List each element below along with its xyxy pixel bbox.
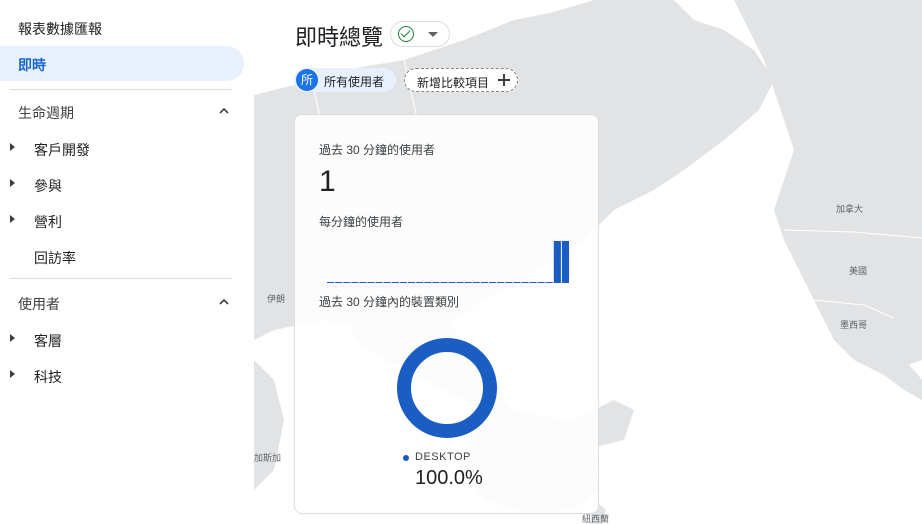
map-label-madagascar: 加斯加 (254, 453, 282, 463)
bar-minute--9[interactable] (497, 282, 505, 283)
map-label-usa: 美國 (849, 266, 868, 276)
bar-minute--15[interactable] (448, 282, 456, 283)
map-label-canada: 加拿大 (836, 204, 864, 214)
users-30min-label: 過去 30 分鐘的使用者 (319, 143, 436, 157)
legend-dot (403, 455, 409, 461)
sidebar-item-label: 參與 (34, 178, 62, 194)
bar-minute--16[interactable] (440, 282, 448, 283)
bar-minute--7[interactable] (513, 282, 521, 283)
device-donut-chart[interactable] (392, 333, 502, 443)
sidebar-item-label: 回訪率 (34, 250, 76, 266)
section-user-label[interactable]: 使用者 (18, 294, 60, 314)
bar-minute--2[interactable] (553, 241, 561, 283)
status-dropdown[interactable] (390, 21, 450, 47)
sidebar-item-label: 科技 (34, 369, 62, 385)
check-circle-icon (398, 26, 414, 42)
sidebar-item-monetization[interactable]: 營利 (0, 208, 254, 232)
sidebar-item-tech[interactable]: 科技 (0, 363, 254, 387)
divider (10, 278, 232, 279)
bar-minute--21[interactable] (399, 282, 407, 283)
bar-minute--27[interactable] (351, 282, 359, 283)
all-users-chip[interactable]: 所 所有使用者 (294, 68, 396, 92)
chip-label: 所有使用者 (324, 75, 385, 89)
sidebar: 報表數據匯報 即時 生命週期 客戶開發 參與 營利 回訪率 使用者 客層 科技 (0, 0, 254, 524)
expand-arrow-icon (10, 334, 15, 342)
chevron-up-icon[interactable] (218, 105, 230, 117)
plus-icon (498, 74, 510, 86)
bar-minute--23[interactable] (383, 282, 391, 283)
device-category-label: 過去 30 分鐘內的裝置類別 (319, 295, 460, 309)
add-comparison-button[interactable]: 新增比較項目 (404, 68, 518, 92)
sidebar-item-acquisition[interactable]: 客戶開發 (0, 136, 254, 160)
bar-minute--5[interactable] (529, 282, 537, 283)
bar-minute--6[interactable] (521, 282, 529, 283)
bar-minute--14[interactable] (456, 282, 464, 283)
bar-minute--1[interactable] (561, 241, 569, 283)
bar-minute--11[interactable] (480, 282, 488, 283)
chevron-up-icon[interactable] (218, 296, 230, 308)
chip-label: 新增比較項目 (417, 76, 490, 90)
bar-minute--18[interactable] (424, 282, 432, 283)
sidebar-item-label: 客層 (34, 333, 62, 349)
device-percent: 100.0% (415, 467, 483, 489)
sidebar-item-retention[interactable]: 回訪率 (0, 244, 254, 268)
sidebar-title: 報表數據匯報 (18, 21, 102, 37)
bar-minute--20[interactable] (408, 282, 416, 283)
realtime-users-card: 過去 30 分鐘的使用者 1 每分鐘的使用者 過去 30 分鐘內的裝置類別 DE… (294, 114, 599, 514)
sidebar-item-label: 客戶開發 (34, 142, 90, 158)
sidebar-item-demographics[interactable]: 客層 (0, 327, 254, 351)
bar-minute--25[interactable] (367, 282, 375, 283)
per-minute-bar-chart[interactable] (327, 237, 569, 283)
bar-minute--10[interactable] (489, 282, 497, 283)
bar-minute--26[interactable] (359, 282, 367, 283)
expand-arrow-icon (10, 179, 15, 187)
map-label-mexico: 墨西哥 (840, 320, 868, 330)
bar-minute--22[interactable] (391, 282, 399, 283)
legend-label: DESKTOP (415, 451, 471, 463)
section-lifecycle-label[interactable]: 生命週期 (18, 103, 74, 123)
bar-minute--28[interactable] (343, 282, 351, 283)
donut-slice-desktop[interactable] (397, 338, 497, 438)
sidebar-item-realtime[interactable]: 即時 (0, 46, 244, 81)
bar-minute--24[interactable] (375, 282, 383, 283)
expand-arrow-icon (10, 143, 15, 151)
bar-minute--13[interactable] (464, 282, 472, 283)
bar-minute--12[interactable] (472, 282, 480, 283)
bar-minute--4[interactable] (537, 282, 545, 283)
divider (10, 89, 232, 90)
per-minute-label: 每分鐘的使用者 (319, 215, 404, 229)
bar-minute--30[interactable] (327, 282, 335, 283)
sidebar-item-label: 營利 (34, 214, 62, 230)
bar-minute--29[interactable] (335, 282, 343, 283)
sidebar-item-label: 即時 (18, 57, 46, 73)
bar-minute--3[interactable] (545, 282, 553, 283)
page-title: 即時總覽 (295, 25, 384, 50)
expand-arrow-icon (10, 370, 15, 378)
bar-minute--19[interactable] (416, 282, 424, 283)
sidebar-item-engagement[interactable]: 參與 (0, 172, 254, 196)
bar-minute--17[interactable] (432, 282, 440, 283)
bar-minute--8[interactable] (505, 282, 513, 283)
dropdown-arrow-icon (428, 32, 438, 37)
expand-arrow-icon (10, 215, 15, 223)
avatar: 所 (296, 69, 318, 91)
map-label-iran: 伊朗 (267, 294, 286, 304)
users-30min-value: 1 (319, 165, 336, 198)
